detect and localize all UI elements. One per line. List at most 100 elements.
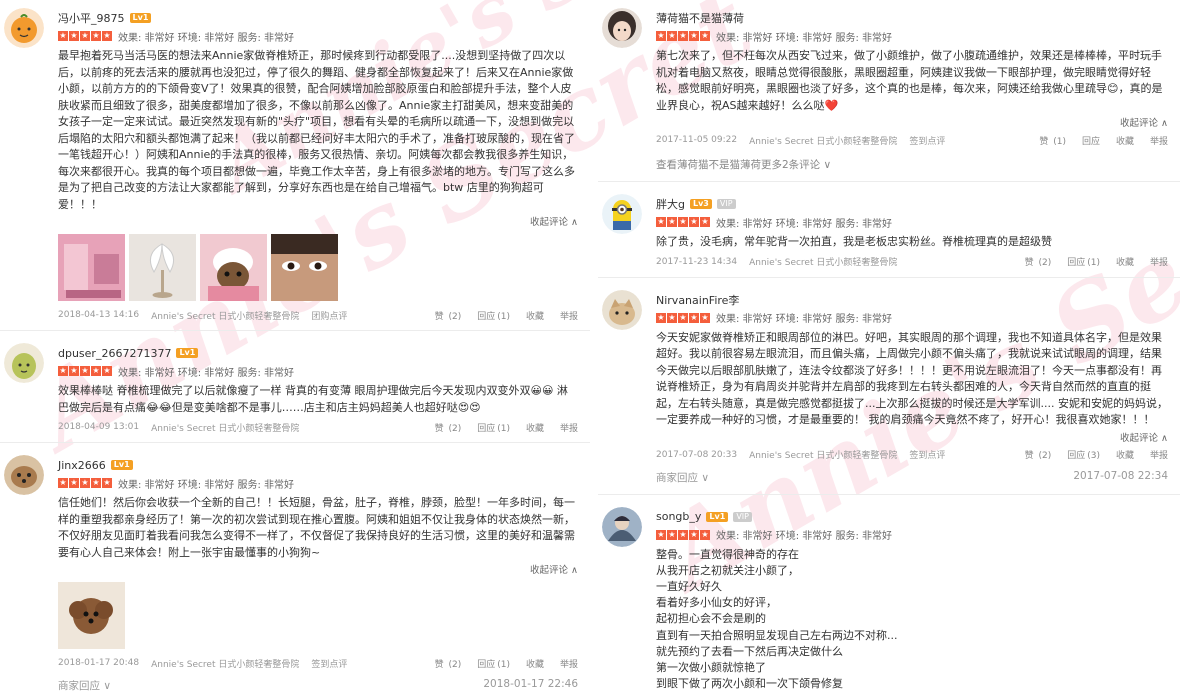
- username[interactable]: Jinx2666: [58, 459, 106, 472]
- review-text: 除了贵，没毛病，常年驼背一次拍直，我是老板忠实粉丝。脊椎梳理真的是超级赞: [656, 235, 1052, 248]
- review-line: 起初担心会不会是刷的: [656, 612, 766, 626]
- star-icon: ★: [69, 478, 79, 488]
- review-line: 一直好久好久: [656, 579, 722, 593]
- user-avatar[interactable]: [602, 194, 642, 234]
- review-date: 2018-04-13 14:16: [58, 310, 140, 320]
- user-avatar[interactable]: [602, 8, 642, 48]
- review-line: 看着好多小仙女的好评，: [656, 596, 777, 610]
- collapse-review-link[interactable]: 收起评论 ∧: [58, 214, 578, 228]
- favorite-button[interactable]: 收藏: [1116, 134, 1134, 147]
- review-meta: 2018-04-09 13:01 Annie's Secret 日式小颜轻奢整骨院…: [58, 420, 578, 434]
- user-avatar[interactable]: [4, 343, 44, 383]
- like-button[interactable]: 赞 (1): [1039, 134, 1066, 147]
- like-button[interactable]: 赞 (2): [1025, 448, 1052, 461]
- five-star-rating: ★ ★ ★ ★ ★: [58, 366, 112, 376]
- review-photo[interactable]: [58, 234, 125, 304]
- report-button[interactable]: 举报: [1150, 448, 1168, 461]
- favorite-button[interactable]: 收藏: [1116, 255, 1134, 268]
- review-text: 最早抱着死马当活马医的想法来Annie家做脊椎矫正，那时候疼到行动都受限了...…: [58, 49, 575, 211]
- favorite-button[interactable]: 收藏: [526, 657, 544, 670]
- star-icon: ★: [678, 312, 688, 323]
- reply-button[interactable]: 回应 (1): [477, 421, 510, 434]
- review-text: 效果棒棒哒 脊椎梳理做完了以后就像瘦了一样 背真的有变薄 眼周护理做完后今天发现…: [58, 384, 568, 414]
- review-photo[interactable]: [271, 234, 338, 304]
- report-button[interactable]: 举报: [1150, 134, 1168, 147]
- username[interactable]: 冯小平_9875: [58, 10, 125, 26]
- reply-button[interactable]: 回应 (1): [477, 309, 510, 322]
- star-icon: ★: [91, 31, 101, 41]
- review-source: 签到点评: [311, 659, 348, 670]
- like-count: (1): [1050, 136, 1066, 147]
- star-icon: ★: [656, 31, 666, 41]
- favorite-button[interactable]: 收藏: [526, 309, 544, 322]
- report-button[interactable]: 举报: [560, 657, 578, 670]
- username[interactable]: 薄荷猫不是猫薄荷: [656, 10, 744, 26]
- username[interactable]: NirvanainFire李: [656, 292, 739, 308]
- username-row: 冯小平_9875 Lv1: [58, 10, 578, 26]
- review-body: dpuser_2667271377 Lv1 ★ ★ ★ ★ ★ 效果: 非常好 环境: 非常好…: [58, 345, 590, 434]
- like-count: (2): [1035, 451, 1052, 461]
- five-star-rating: ★ ★ ★ ★ ★: [656, 217, 710, 227]
- rating-text: 效果: 非常好 环境: 非常好 服务: 非常好: [118, 367, 295, 379]
- reply-count: (1): [497, 423, 510, 434]
- level-badge: Lv1: [706, 511, 729, 522]
- report-button[interactable]: 举报: [560, 309, 578, 322]
- rating-row: ★ ★ ★ ★ ★ 效果: 非常好 环境: 非常好 服务: 非常好: [656, 215, 1168, 230]
- star-icon: ★: [678, 529, 688, 540]
- report-button[interactable]: 举报: [560, 421, 578, 434]
- shop-link[interactable]: Annie's Secret 日式小颜轻奢整骨院: [151, 657, 299, 670]
- review-meta: 2017-11-23 14:34 Annie's Secret 日式小颜轻奢整骨院…: [656, 255, 1168, 269]
- star-icon: ★: [102, 366, 112, 376]
- favorite-button[interactable]: 收藏: [1116, 448, 1134, 461]
- review-body: songb_y Lv1 VIP ★ ★ ★ ★ ★ 效果: 非常好 环境: 非常好 服务: 非常…: [656, 509, 1180, 693]
- collapse-review-link[interactable]: 收起评论 ∧: [656, 430, 1168, 444]
- star-icon: ★: [700, 217, 710, 227]
- more-reviews-link[interactable]: 查看薄荷猫不是猫薄荷更多2条评论 ∨: [656, 157, 1168, 173]
- review-date: 2018-01-17 20:48: [58, 658, 140, 668]
- reply-button[interactable]: 回应 (3): [1067, 448, 1100, 461]
- shop-link[interactable]: Annie's Secret 日式小颜轻奢整骨院: [749, 255, 897, 268]
- like-button[interactable]: 赞 (2): [1025, 255, 1052, 268]
- like-button[interactable]: 赞 (2): [435, 421, 462, 434]
- cat-photo-icon: [602, 289, 642, 330]
- review-photo[interactable]: [129, 234, 196, 304]
- shop-link[interactable]: Annie's Secret 日式小颜轻奢整骨院: [749, 448, 897, 461]
- username[interactable]: songb_y: [656, 510, 701, 523]
- like-button[interactable]: 赞 (2): [435, 657, 462, 670]
- user-avatar[interactable]: [602, 506, 642, 547]
- shop-link[interactable]: Annie's Secret 日式小颜轻奢整骨院: [151, 309, 299, 322]
- reply-button[interactable]: 回应 (1): [1067, 255, 1100, 268]
- user-avatar[interactable]: [602, 289, 642, 330]
- user-avatar[interactable]: [4, 455, 44, 495]
- reply-button[interactable]: 回应: [1082, 134, 1100, 147]
- like-button[interactable]: 赞 (2): [435, 309, 462, 322]
- rating-text: 效果: 非常好 环境: 非常好 服务: 非常好: [716, 32, 893, 44]
- like-label: 赞: [1024, 451, 1034, 461]
- username-row: dpuser_2667271377 Lv1: [58, 345, 578, 361]
- user-avatar[interactable]: [4, 8, 44, 48]
- review-text: 信任她们！然后你会收获一个全新的自己！！长短腿，骨盆，肚子，脊椎，脖颈，脸型！一…: [58, 496, 575, 559]
- username[interactable]: 胖大g: [656, 196, 685, 212]
- reply-button[interactable]: 回应 (1): [477, 657, 510, 670]
- merchant-reply-toggle[interactable]: 商家回应 ∨: [58, 678, 111, 694]
- like-label: 赞: [1039, 136, 1049, 147]
- review-photo[interactable]: [200, 234, 267, 304]
- girl-photo-icon: [602, 8, 642, 48]
- shop-link[interactable]: Annie's Secret 日式小颜轻奢整骨院: [749, 134, 897, 147]
- star-icon: ★: [69, 366, 79, 376]
- star-icon: ★: [689, 312, 699, 323]
- review-column-right: 薄荷猫不是猫薄荷 ★ ★ ★ ★ ★ 效果: 非常好 环境: 非常好 服务: 非常好 第七次来…: [598, 0, 1180, 696]
- shop-link[interactable]: Annie's Secret 日式小颜轻奢整骨院: [151, 421, 299, 434]
- collapse-review-link[interactable]: 收起评论 ∧: [58, 562, 578, 576]
- favorite-button[interactable]: 收藏: [526, 421, 544, 434]
- collapse-review-link[interactable]: 收起评论 ∧: [656, 115, 1168, 129]
- review-body: 冯小平_9875 Lv1 ★ ★ ★ ★ ★ 效果: 非常好 环境: 非常好 服务: 非常好最…: [58, 10, 590, 322]
- merchant-reply-toggle[interactable]: 商家回应 ∨: [656, 470, 709, 486]
- cartoon-figure-icon: [602, 506, 642, 547]
- report-button[interactable]: 举报: [1150, 255, 1168, 268]
- username-row: songb_y Lv1 VIP: [656, 509, 1168, 525]
- username[interactable]: dpuser_2667271377: [58, 347, 171, 360]
- review-item: NirvanainFire李 ★ ★ ★ ★ ★ 效果: 非常好 环境: 非常好 服务: 非…: [598, 278, 1180, 495]
- review-photo[interactable]: [58, 582, 125, 652]
- five-star-rating: ★ ★ ★ ★ ★: [656, 312, 710, 323]
